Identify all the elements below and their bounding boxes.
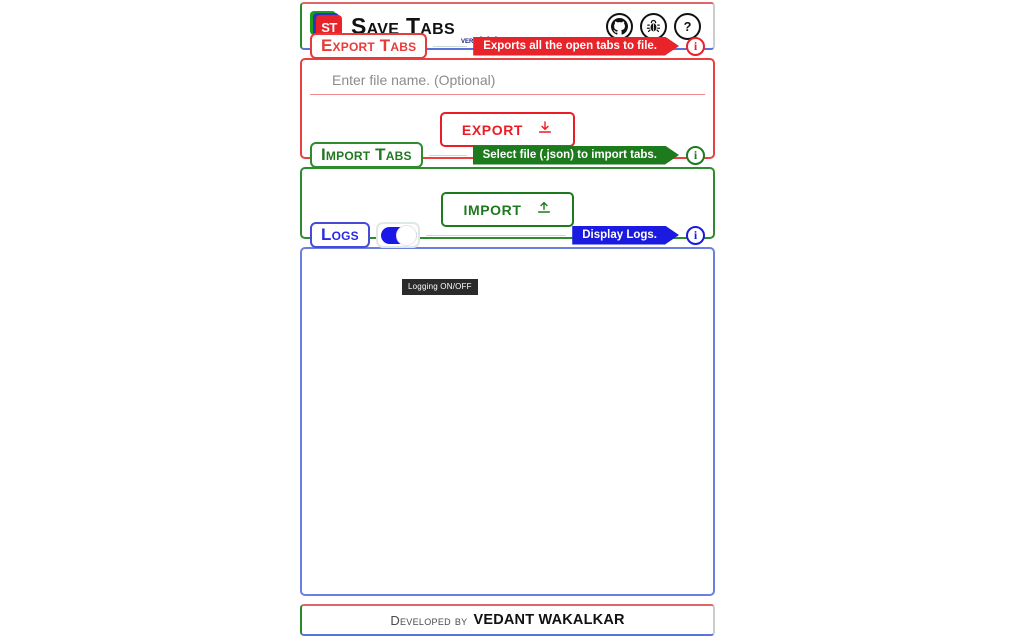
export-tooltip-banner: Exports all the open tabs to file. [473, 37, 679, 56]
export-button-label: EXPORT [461, 121, 524, 138]
import-button-row: IMPORT [310, 192, 705, 227]
svg-text:?: ? [684, 18, 692, 33]
header-icon-group: ? [606, 12, 701, 40]
developed-by-label: Developed by [390, 612, 468, 628]
import-body: IMPORT [310, 163, 705, 227]
import-legend: Import Tabs [310, 141, 423, 169]
filename-input[interactable] [310, 68, 705, 95]
import-rule [428, 154, 467, 156]
logging-toggle[interactable] [375, 222, 420, 248]
export-info-icon[interactable]: i [686, 36, 705, 56]
import-button[interactable]: IMPORT [441, 192, 574, 227]
export-rule [433, 45, 468, 47]
logs-info-icon[interactable]: i [686, 225, 705, 245]
logs-section: Logs Display Logs. i Logging ON/OFF [300, 221, 715, 596]
bug-icon[interactable] [640, 12, 667, 40]
logs-legend: Logs [310, 221, 370, 249]
help-icon[interactable]: ? [674, 12, 701, 40]
github-icon[interactable] [606, 12, 633, 40]
import-tooltip-banner: Select file (.json) to import tabs. [473, 146, 679, 165]
logs-output-area[interactable] [310, 253, 705, 590]
export-body: EXPORT [310, 54, 705, 147]
extension-popup-screen: ST Save Tabs ver. 1.0.1 [0, 0, 1020, 638]
logs-tooltip-banner: Display Logs. [572, 226, 679, 245]
import-button-label: IMPORT [463, 201, 522, 218]
export-legend: Export Tabs [310, 32, 428, 60]
upload-icon [536, 200, 552, 219]
download-icon [537, 120, 553, 139]
import-info-icon[interactable]: i [686, 145, 705, 165]
toggle-knob [395, 225, 417, 246]
export-button[interactable]: EXPORT [439, 112, 576, 147]
author-name: VEDANT WAKALKAR [473, 612, 625, 628]
popup-container: ST Save Tabs ver. 1.0.1 [300, 2, 715, 636]
app-footer: Developed by VEDANT WAKALKAR [300, 604, 715, 636]
logs-rule [425, 234, 567, 236]
logging-toggle-tooltip: Logging ON/OFF [402, 279, 478, 295]
